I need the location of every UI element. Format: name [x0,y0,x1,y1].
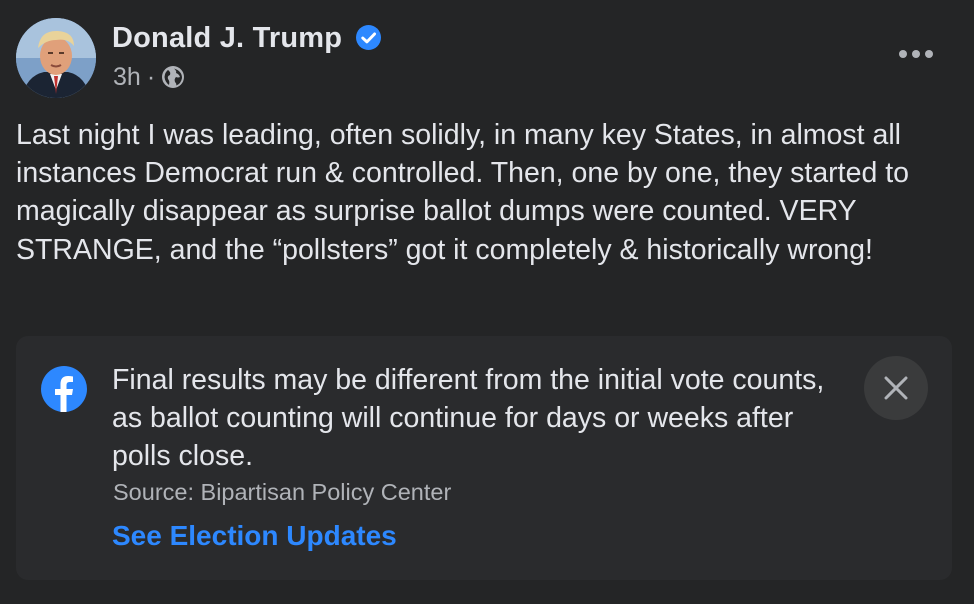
close-icon [884,376,908,400]
facebook-logo-icon [41,366,87,412]
more-options-button[interactable] [892,36,940,72]
globe-icon[interactable] [161,65,185,89]
author-name[interactable]: Donald J. Trump [112,20,342,56]
meta-separator: · [146,62,156,91]
close-notice-button[interactable] [864,356,928,420]
notice-source: Source: Bipartisan Policy Center [113,479,452,505]
post-meta: 3h · [113,62,185,92]
notice-text: Final results may be different from the … [112,364,825,472]
more-options-icon [899,50,933,58]
election-notice-card: Final results may be different from the … [16,336,952,580]
facebook-post: Donald J. Trump 3h · Last night I was le… [0,0,974,604]
post-text: Last night I was leading, often solidly,… [16,119,909,266]
see-election-updates-link[interactable]: See Election Updates [112,520,397,552]
avatar[interactable] [16,18,96,98]
post-timestamp[interactable]: 3h [113,63,141,92]
profile-photo-icon [16,18,96,98]
verified-badge-icon [356,25,381,50]
